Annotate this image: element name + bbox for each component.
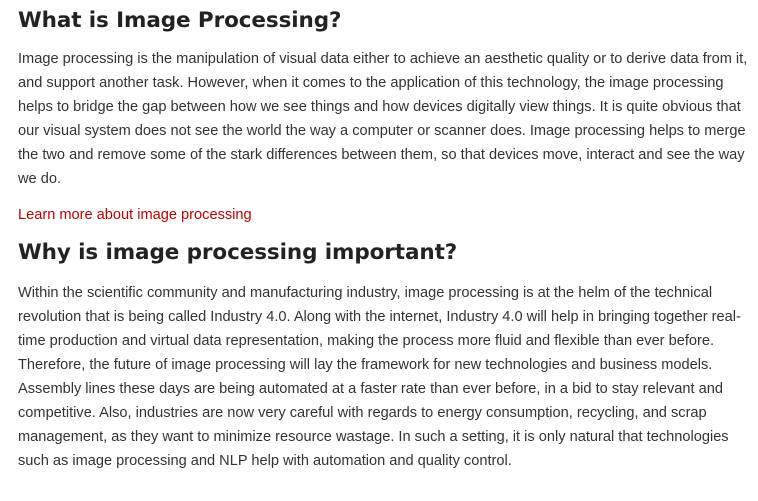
learn-more-link[interactable]: Learn more about image processing [18, 203, 252, 227]
section-heading-why-important: Why is image processing important? [18, 240, 458, 265]
section-body-why-important: Within the scientific community and manu… [18, 285, 741, 469]
section-body-what-is-image-processing: Image processing is the manipulation of … [18, 51, 748, 187]
article: What is Image Processing? Image processi… [0, 0, 758, 473]
section-heading-what-is-image-processing: What is Image Processing? [18, 8, 342, 33]
